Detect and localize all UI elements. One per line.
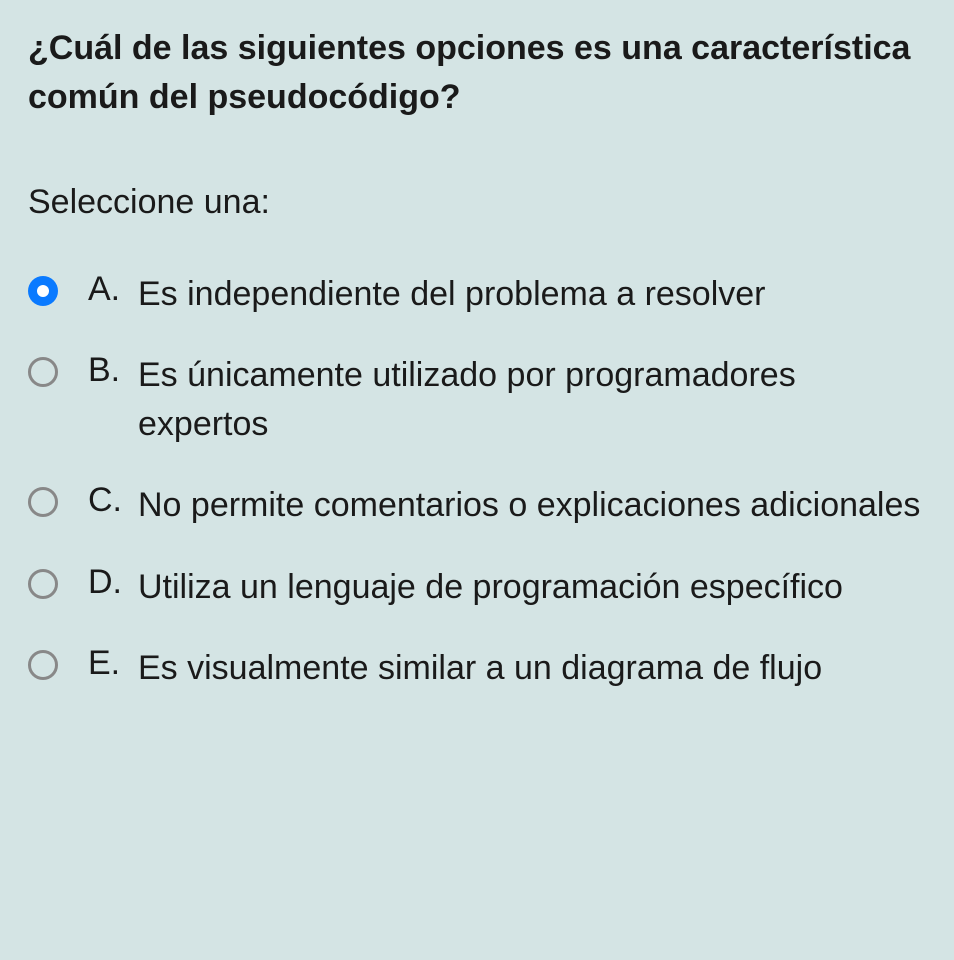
radio-button-a[interactable] (28, 276, 58, 306)
option-c[interactable]: C. No permite comentarios o explicacione… (28, 481, 926, 530)
option-text: Utiliza un lenguaje de programación espe… (138, 563, 926, 612)
options-list: A. Es independiente del problema a resol… (28, 270, 926, 694)
radio-unselected-icon (28, 650, 58, 680)
option-a[interactable]: A. Es independiente del problema a resol… (28, 270, 926, 319)
radio-button-c[interactable] (28, 487, 58, 517)
option-b[interactable]: B. Es únicamente utilizado por programad… (28, 351, 926, 450)
option-text: No permite comentarios o explicaciones a… (138, 481, 926, 530)
radio-inner-dot-icon (37, 285, 49, 297)
radio-selected-icon (28, 276, 58, 306)
radio-unselected-icon (28, 569, 58, 599)
option-text: Es únicamente utilizado por programadore… (138, 351, 926, 450)
option-d[interactable]: D. Utiliza un lenguaje de programación e… (28, 563, 926, 612)
option-letter: B. (88, 351, 138, 390)
radio-button-e[interactable] (28, 650, 58, 680)
option-letter: E. (88, 644, 138, 683)
radio-button-b[interactable] (28, 357, 58, 387)
option-letter: C. (88, 481, 138, 520)
radio-button-d[interactable] (28, 569, 58, 599)
instruction-text: Seleccione una: (28, 183, 926, 222)
radio-unselected-icon (28, 487, 58, 517)
option-letter: D. (88, 563, 138, 602)
option-text: Es visualmente similar a un diagrama de … (138, 644, 926, 693)
option-e[interactable]: E. Es visualmente similar a un diagrama … (28, 644, 926, 693)
question-text: ¿Cuál de las siguientes opciones es una … (28, 24, 926, 123)
option-letter: A. (88, 270, 138, 309)
option-text: Es independiente del problema a resolver (138, 270, 926, 319)
radio-unselected-icon (28, 357, 58, 387)
